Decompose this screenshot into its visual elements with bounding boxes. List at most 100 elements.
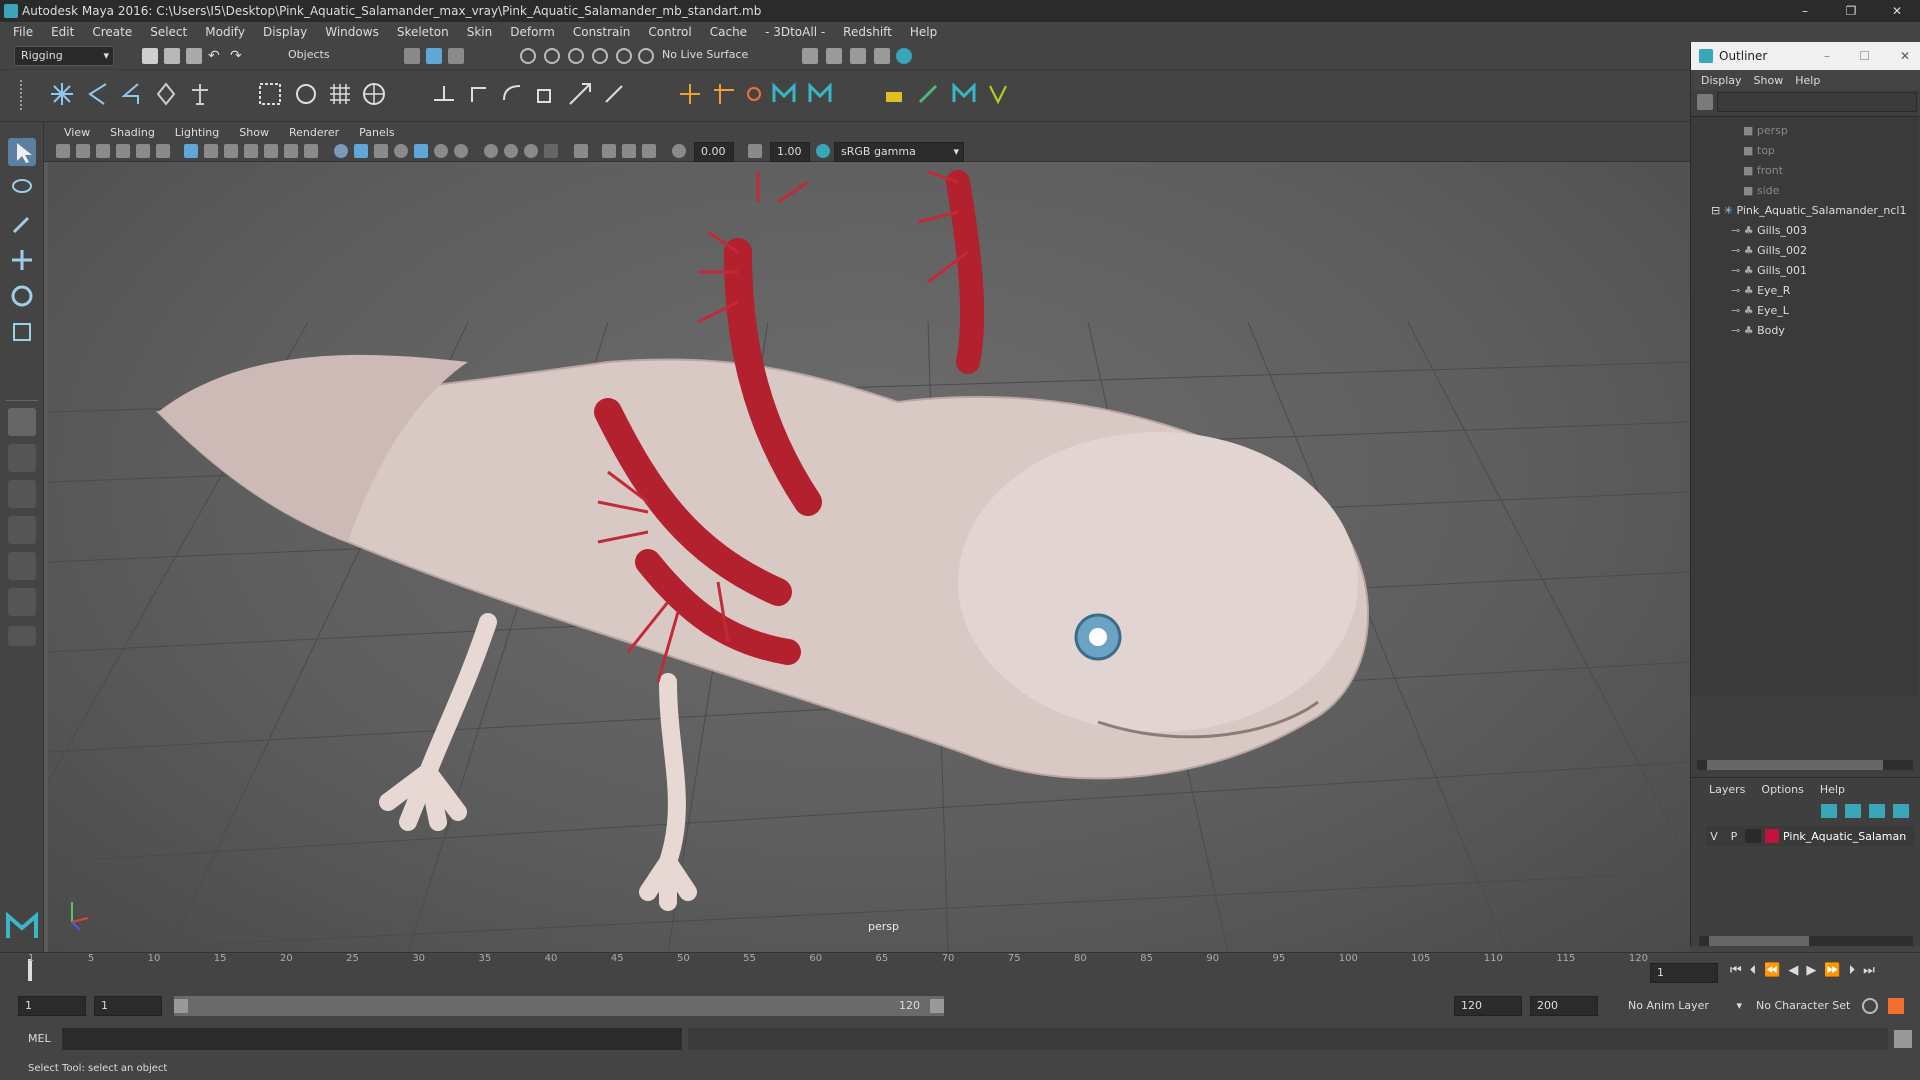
menuset-dropdown[interactable]: Rigging ▾: [14, 46, 114, 66]
animation-end-field[interactable]: 200: [1530, 996, 1598, 1016]
aim-constraint-icon[interactable]: [566, 80, 594, 108]
maximize-button[interactable]: ❐: [1828, 0, 1874, 22]
script-editor-icon[interactable]: [1894, 1030, 1912, 1048]
render-settings-icon[interactable]: [802, 48, 818, 64]
go-to-end-button[interactable]: ⏭: [1863, 963, 1875, 978]
outliner-item-root[interactable]: ⊟ ✳ Pink_Aquatic_Salamander_ncl1: [1691, 201, 1919, 221]
snap-surface-icon[interactable]: [616, 48, 632, 64]
play-forward-button[interactable]: ▶: [1806, 963, 1816, 978]
close-button[interactable]: ✕: [1874, 0, 1920, 22]
isolate-select-icon[interactable]: [574, 144, 588, 158]
default-material-icon[interactable]: [374, 144, 388, 158]
new-layer-icon[interactable]: [1869, 804, 1885, 818]
select-tool-icon[interactable]: [8, 138, 36, 166]
anim-prefs-icon[interactable]: [1888, 998, 1904, 1014]
image-plane-icon[interactable]: [116, 144, 130, 158]
character-set-dropdown[interactable]: No Character Set: [1752, 996, 1862, 1016]
mel-input[interactable]: [62, 1028, 682, 1050]
outliner-maximize-button[interactable]: ☐: [1859, 42, 1870, 70]
outliner-item-persp[interactable]: ■ persp: [1691, 121, 1919, 141]
panel-menu-shading[interactable]: Shading: [110, 126, 155, 139]
play-backward-button[interactable]: ◀: [1788, 963, 1798, 978]
wireframe-on-shaded-icon[interactable]: [394, 144, 408, 158]
four-view-icon[interactable]: [8, 444, 36, 472]
panel-menu-lighting[interactable]: Lighting: [175, 126, 219, 139]
auto-key-icon[interactable]: [1862, 998, 1878, 1014]
live-surface-field[interactable]: No Live Surface: [656, 46, 760, 66]
ambient-occlusion-icon[interactable]: [484, 144, 498, 158]
xray-active-icon[interactable]: [622, 144, 636, 158]
bookmark-icon[interactable]: [96, 144, 110, 158]
safe-title-icon[interactable]: [304, 144, 318, 158]
joint-tool-icon[interactable]: [48, 80, 76, 108]
menu-skin[interactable]: Skin: [467, 25, 493, 39]
persp-outliner-icon[interactable]: [8, 480, 36, 508]
use-all-lights-icon[interactable]: [434, 144, 448, 158]
menu-help[interactable]: Help: [910, 25, 937, 39]
outliner-menu-display[interactable]: Display: [1701, 74, 1742, 87]
mel-label[interactable]: MEL: [28, 1032, 51, 1045]
single-view-icon[interactable]: [8, 408, 36, 436]
menu-cache[interactable]: Cache: [710, 25, 747, 39]
select-hierarchy-icon[interactable]: [404, 48, 420, 64]
insert-joint-icon[interactable]: [84, 80, 112, 108]
lasso-tool-icon[interactable]: [8, 174, 36, 202]
parent-constraint-icon[interactable]: [430, 80, 458, 108]
menu-constrain[interactable]: Constrain: [573, 25, 631, 39]
save-scene-icon[interactable]: [186, 48, 202, 64]
menu-windows[interactable]: Windows: [325, 25, 379, 39]
exposure-icon[interactable]: [672, 144, 686, 158]
scale-tool-icon[interactable]: [8, 318, 36, 346]
menu-deform[interactable]: Deform: [510, 25, 555, 39]
paint-select-icon[interactable]: [8, 210, 36, 238]
layer-row[interactable]: V P Pink_Aquatic_Salaman: [1705, 826, 1915, 846]
maya-m-icon-1[interactable]: [770, 80, 798, 108]
layers-menu-layers[interactable]: Layers: [1709, 783, 1745, 796]
hypershade-layout-icon[interactable]: [8, 552, 36, 580]
layers-menu-options[interactable]: Options: [1761, 783, 1803, 796]
perspective-viewport[interactable]: persp: [48, 162, 1690, 952]
locator-icon[interactable]: [676, 80, 704, 108]
layer-display-type[interactable]: [1745, 829, 1761, 843]
cluster-handle-icon[interactable]: [710, 80, 738, 108]
redo-icon[interactable]: ↷: [230, 48, 246, 64]
hik-icon[interactable]: [740, 80, 768, 108]
collapse-icon[interactable]: ⊟: [1711, 204, 1724, 217]
menu-display[interactable]: Display: [263, 25, 307, 39]
move-layer-down-icon[interactable]: [1845, 804, 1861, 818]
outliner-menu-help[interactable]: Help: [1795, 74, 1820, 87]
panel-menu-show[interactable]: Show: [239, 126, 269, 139]
camera-select-icon[interactable]: [56, 144, 70, 158]
brush-tool-icon[interactable]: [914, 80, 942, 108]
playback-end-field[interactable]: 120: [1454, 996, 1522, 1016]
ik-handle-icon[interactable]: [186, 80, 214, 108]
outliner-item-front[interactable]: ■ front: [1691, 161, 1919, 181]
snap-point-icon[interactable]: [568, 48, 584, 64]
step-back-key-button[interactable]: ⏴: [1750, 963, 1757, 978]
select-component-icon[interactable]: [448, 48, 464, 64]
gamma-field[interactable]: 1.00: [770, 142, 810, 162]
point-constraint-icon[interactable]: [464, 80, 492, 108]
select-object-icon[interactable]: [426, 48, 442, 64]
outliner-item-gills-001[interactable]: ⊸ ♣ Gills_001: [1691, 261, 1919, 281]
panel-menu-renderer[interactable]: Renderer: [289, 126, 339, 139]
paint-weights-icon[interactable]: [292, 80, 320, 108]
current-frame-field[interactable]: 1: [1650, 963, 1718, 983]
outliner-item-gills-003[interactable]: ⊸ ♣ Gills_003: [1691, 221, 1919, 241]
field-chart-icon[interactable]: [264, 144, 278, 158]
motion-blur-icon[interactable]: [504, 144, 518, 158]
menu-control[interactable]: Control: [648, 25, 691, 39]
orient-constraint-icon[interactable]: [498, 80, 526, 108]
layer-visibility-toggle[interactable]: V: [1705, 830, 1723, 843]
shadows-icon[interactable]: [454, 144, 468, 158]
step-forward-key-button[interactable]: ⏵: [1849, 963, 1856, 978]
outliner-item-side[interactable]: ■ side: [1691, 181, 1919, 201]
snap-grid-icon[interactable]: [520, 48, 536, 64]
grease-pencil-icon[interactable]: [156, 144, 170, 158]
orient-joint-icon[interactable]: [152, 80, 180, 108]
range-slider-left-handle[interactable]: [174, 999, 188, 1013]
playback-start-field[interactable]: 1: [94, 996, 162, 1016]
move-layer-up-icon[interactable]: [1821, 804, 1837, 818]
gate-mask-icon[interactable]: [244, 144, 258, 158]
xray-icon[interactable]: [602, 144, 616, 158]
